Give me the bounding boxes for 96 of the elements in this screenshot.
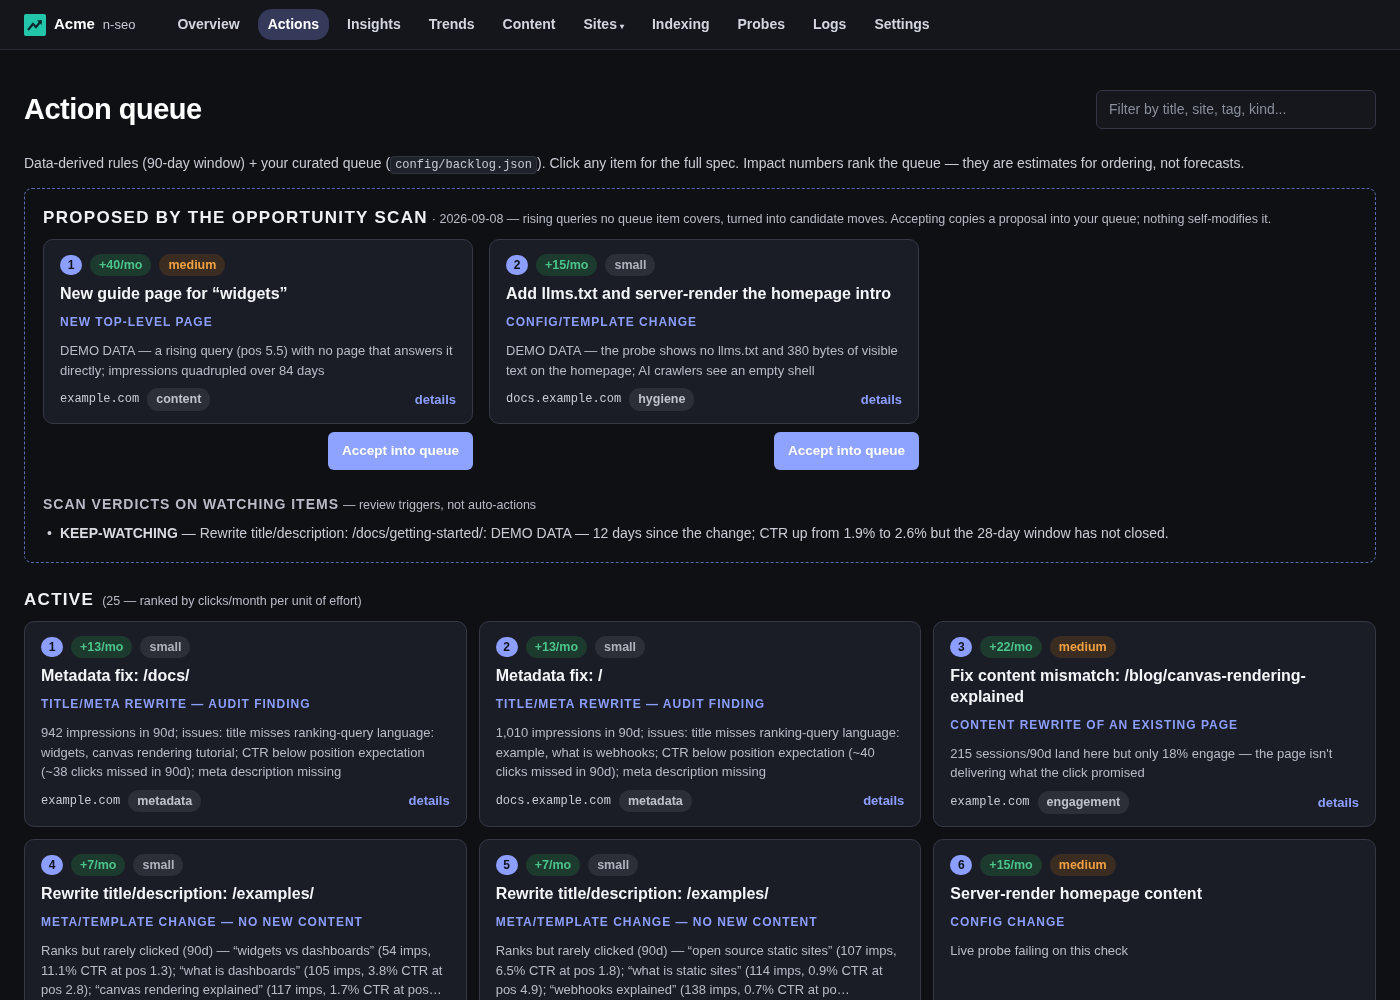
site-label: example.com <box>950 794 1030 812</box>
card-title: Metadata fix: / <box>495 666 604 687</box>
kind-label: META/TEMPLATE CHANGE — NO NEW CONTENT <box>41 914 364 932</box>
action-card[interactable] <box>478 620 922 827</box>
card-title: New guide page for “widgets” <box>60 284 289 305</box>
card-title: Fix content mismatch: /blog/canvas-rendering-explained <box>950 666 1307 708</box>
site-label: example.com <box>60 391 140 409</box>
impact-badge: +15/mo <box>536 253 598 277</box>
section-subtitle: — review triggers, not auto-actions <box>342 497 537 515</box>
nav-tab[interactable]: Content <box>492 9 566 40</box>
rank-badge: 5 <box>495 855 518 875</box>
tag-label: hygiene <box>629 388 695 411</box>
impact-badge: +7/mo <box>525 853 581 877</box>
kind-label: CONTENT REWRITE OF AN EXISTING PAGE <box>950 716 1239 734</box>
action-card[interactable] <box>489 238 919 424</box>
site-label: docs.example.com <box>495 792 611 810</box>
kind-label: CONFIG CHANGE <box>950 914 1067 932</box>
nav-tab[interactable]: Indexing <box>641 9 720 40</box>
impact-badge: +40/mo <box>90 253 152 277</box>
effort-badge: medium <box>1049 635 1116 659</box>
nav-tab[interactable]: Probes <box>727 9 795 40</box>
verdict-item: KEEP-WATCHING — Rewrite title/description: /docs/getting-started/: DEMO DATA — 12 days since the change; CTR up from 1.9% to 2.6% but the 28-day window has not closed. <box>59 524 1169 544</box>
nav-tab[interactable]: Overview <box>167 9 250 40</box>
impact-badge: +15/mo <box>980 853 1042 877</box>
action-card[interactable] <box>24 620 467 827</box>
site-label: example.com <box>41 792 121 810</box>
nav-tab[interactable]: Trends <box>418 9 485 40</box>
details-link[interactable]: details <box>863 791 905 811</box>
section-heading: ACTIVE <box>24 589 95 612</box>
kind-label: CONFIG/TEMPLATE CHANGE <box>506 314 699 332</box>
brand-suffix: n-seo <box>102 15 136 34</box>
card-description: Live probe failing on this check <box>950 942 1130 961</box>
rank-badge: 1 <box>41 636 63 657</box>
rank-badge: 2 <box>495 636 518 657</box>
page-title: Action queue <box>24 92 202 127</box>
action-card[interactable] <box>43 238 473 424</box>
action-card[interactable] <box>933 620 1376 827</box>
card-title: Rewrite title/description: /examples/ <box>41 884 315 905</box>
section-heading: PROPOSED BY THE OPPORTUNITY SCAN <box>43 207 428 229</box>
nav-tab[interactable]: Insights <box>337 9 411 40</box>
effort-badge: small <box>588 853 639 877</box>
details-link[interactable]: details <box>860 389 902 410</box>
effort-badge: medium <box>159 253 226 277</box>
kind-label: TITLE/META REWRITE — AUDIT FINDING <box>495 696 767 714</box>
section-heading: SCAN VERDICTS ON WATCHING ITEMS <box>43 495 339 515</box>
tag-label: content <box>147 388 211 411</box>
impact-badge: +13/mo <box>71 635 133 659</box>
card-description: Ranks but rarely clicked (90d) — “widgets vs dashboards” (54 imps, 11.1% CTR at pos 1.3); “what is dashboards” (105 imps, 3.8% CTR at pos 2.8); “canvas rendering explained” (117 imps, 1.7% CTR at pos… <box>41 942 444 1000</box>
nav-tab[interactable]: Logs <box>802 9 857 40</box>
brand-name[interactable]: Acme <box>54 13 95 36</box>
nav-tab[interactable]: Actions <box>257 9 329 40</box>
rank-badge: 2 <box>506 254 528 275</box>
section-subtitle: · 2026-09-08 — rising queries no queue item covers, turned into candidate moves. Accepting copies a proposal into your queue; nothing self-modifies it. <box>431 211 1272 228</box>
effort-badge: small <box>133 853 184 877</box>
bullet-mark: • <box>47 524 52 544</box>
tag-label: metadata <box>618 789 692 813</box>
card-description: DEMO DATA — the probe shows no llms.txt and 380 bytes of visible text on the homepage; AI crawlers see an empty shell <box>506 342 899 380</box>
card-description: Ranks but rarely clicked (90d) — “open source static sites” (107 imps, 6.5% CTR at pos 1.8); “what is static sites” (114 imps, 0.9% CTR at pos 4.9); “webhooks explained” (138 imps, 0.7% CTR at po… <box>495 942 898 1000</box>
card-title: Rewrite title/description: /examples/ <box>495 884 770 905</box>
nav-tab[interactable]: Settings <box>864 9 940 40</box>
intro-text: Data-derived rules (90-day window) + your curated queue ( config/backlog.json ). Click any item for the full spec. Impact numbers rank the queue — they are estimates for ordering, not forecasts. <box>24 154 1246 174</box>
impact-badge: +22/mo <box>980 635 1042 659</box>
card-description: 215 sessions/90d land here but only 18% engage — the page isn't delivering what the click promised <box>950 744 1334 783</box>
site-label: docs.example.com <box>506 391 622 409</box>
caret-icon: ▾ <box>619 22 624 31</box>
card-title: Server-render homepage content <box>950 884 1203 905</box>
action-card[interactable] <box>24 838 467 1000</box>
impact-badge: +13/mo <box>525 635 588 659</box>
card-description: 942 impressions in 90d; issues: title misses ranking-query language: widgets, canvas rendering tutorial; CTR below position expectation (~38 clicks missed in 90d); meta description missing <box>41 724 436 782</box>
kind-label: TITLE/META REWRITE — AUDIT FINDING <box>41 696 312 714</box>
action-card[interactable] <box>478 838 922 1000</box>
filter-field[interactable]: Filter by title, site, tag, kind... <box>1096 90 1376 129</box>
details-link[interactable]: details <box>414 389 456 410</box>
effort-badge: medium <box>1049 853 1116 877</box>
rank-badge: 6 <box>950 855 973 875</box>
nav-tab[interactable]: Sites ▾ <box>573 9 634 40</box>
tag-label: metadata <box>128 789 202 813</box>
tag-label: engagement <box>1037 790 1130 814</box>
effort-badge: small <box>605 253 656 277</box>
action-card[interactable]: 6 +15/mo medium Server-render homepage content CONFIG CHANGE Live probe failing on this check <box>933 838 1376 1000</box>
rank-badge: 3 <box>950 636 973 657</box>
details-link[interactable]: details <box>408 791 450 811</box>
card-title: Metadata fix: /docs/ <box>41 666 191 687</box>
effort-badge: small <box>595 635 646 659</box>
effort-badge: small <box>140 635 191 659</box>
rank-badge: 4 <box>41 855 63 875</box>
kind-label: META/TEMPLATE CHANGE — NO NEW CONTENT <box>495 914 819 932</box>
card-description: 1,010 impressions in 90d; issues: title misses ranking-query language: example, what is webhooks; CTR below position expectation (~40 clicks missed in 90d); meta description missing <box>495 724 901 782</box>
impact-badge: +7/mo <box>71 853 126 877</box>
section-subtitle: (25 — ranked by clicks/month per unit of effort) <box>102 593 362 611</box>
logo-icon[interactable] <box>24 13 46 36</box>
details-link[interactable]: details <box>1317 792 1359 812</box>
card-description: DEMO DATA — a rising query (pos 5.5) with no page that answers it directly; impressions quadrupled over 84 days <box>60 342 454 380</box>
kind-label: NEW TOP-LEVEL PAGE <box>60 314 214 332</box>
rank-badge: 1 <box>60 254 82 275</box>
card-title: Add llms.txt and server-render the homepage intro <box>506 284 892 305</box>
